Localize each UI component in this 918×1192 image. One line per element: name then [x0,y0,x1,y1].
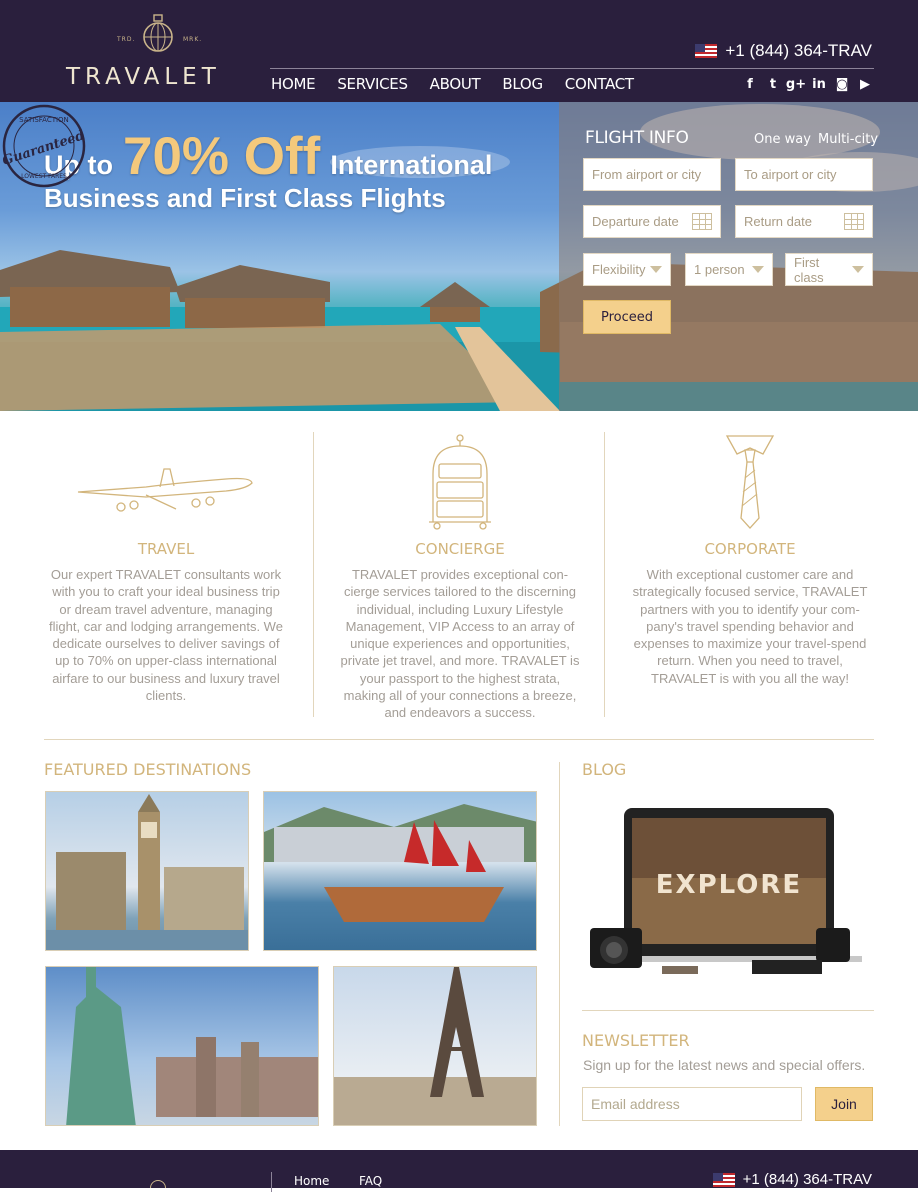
footer-link-faq[interactable]: FAQ [359,1174,382,1188]
stamp-bottom-text: LOWEST FARES [21,173,67,180]
london-skyline-image [46,794,248,950]
main-nav: HOME SERVICES ABOUT BLOG CONTACT [271,75,634,93]
header-phone-number: +1 (844) 364-TRAV [725,41,872,60]
service-description: TRAVALET provides exceptional con-cierge… [340,567,580,721]
destination-paris[interactable] [333,966,537,1126]
chevron-down-icon [752,266,764,273]
passengers-select[interactable]: 1 person [685,253,773,286]
email-placeholder: Email address [591,1096,680,1112]
column-divider [313,432,314,717]
service-travel: TRAVEL Our expert TRAVALET consultants w… [46,432,286,704]
blog-newsletter-divider [582,1010,874,1011]
facebook-icon[interactable]: f [743,76,757,92]
flexibility-value: Flexibility [592,262,646,277]
social-links: f t g+ in ◙ ▶ [743,76,872,92]
nav-services[interactable]: SERVICES [337,75,408,93]
calendar-icon[interactable] [692,213,712,230]
youtube-icon[interactable]: ▶ [858,76,872,92]
hong-kong-junk-image [264,804,536,922]
return-date-placeholder: Return date [744,214,812,229]
footer-logo-icon[interactable] [150,1180,166,1188]
passengers-value: 1 person [694,262,745,277]
chevron-down-icon [650,266,662,273]
airplane-icon [46,432,286,532]
header-divider [270,68,874,69]
necktie-icon [630,432,870,532]
proceed-button[interactable]: Proceed [583,300,671,334]
twitter-icon[interactable]: t [766,76,780,92]
departure-date-input[interactable]: Departure date [583,205,721,238]
calendar-icon[interactable] [844,213,864,230]
linkedin-icon[interactable]: in [812,76,826,92]
hero-suffix: International [330,150,493,180]
new-york-liberty-image [66,967,318,1125]
hero-banner: Up to 70% Off International Business and… [0,102,918,411]
service-title: CORPORATE [704,540,796,558]
google-plus-icon[interactable]: g+ [786,76,806,92]
departure-date-placeholder: Departure date [592,214,679,229]
cabin-class-value: First class [794,254,824,285]
guarantee-stamp-icon: SATISFACTION Guaranteed LOWEST FARES [1,104,86,188]
footer-link-home[interactable]: Home [294,1174,329,1188]
nav-home[interactable]: HOME [271,75,316,93]
section-divider [44,739,874,740]
newsletter-title: NEWSLETTER [582,1031,690,1050]
hero-discount: 70% Off [122,127,321,186]
from-airport-placeholder: From airport or city [592,167,702,182]
column-divider [559,762,560,1126]
one-way-toggle[interactable]: One way [754,132,811,147]
chevron-down-icon [852,266,864,273]
site-footer: Home FAQ +1 (844) 364-TRAV [0,1150,918,1192]
nav-contact[interactable]: CONTACT [565,75,634,93]
join-button[interactable]: Join [815,1087,873,1121]
destination-new-york[interactable] [45,966,319,1126]
return-date-input[interactable]: Return date [735,205,873,238]
hero-headline: Up to 70% Off International Business and… [44,126,492,214]
instagram-icon[interactable]: ◙ [835,76,849,92]
footer-phone[interactable]: +1 (844) 364-TRAV [712,1171,872,1188]
nav-about[interactable]: ABOUT [430,75,481,93]
logo-emblem-icon [143,14,173,52]
destination-london[interactable] [45,791,249,951]
email-input[interactable]: Email address [582,1087,802,1121]
service-title: CONCIERGE [415,540,505,558]
logo-wordmark[interactable]: TRAVALET [66,64,221,90]
blog-title: BLOG [582,760,627,779]
multi-city-toggle[interactable]: Multi-city [818,132,878,147]
service-title: TRAVEL [137,540,195,558]
service-description: Our expert TRAVALET consultants work wit… [49,567,283,704]
to-airport-placeholder: To airport or city [744,167,837,182]
column-divider [604,432,605,717]
newsletter-subtitle: Sign up for the latest news and special … [583,1057,866,1073]
service-corporate: CORPORATE With exceptional customer care… [630,432,870,687]
to-airport-input[interactable]: To airport or city [735,158,873,191]
site-header: TRD. MRK. TRAVALET +1 (844) 364-TRAV HOM… [0,0,918,102]
nav-blog[interactable]: BLOG [502,75,543,93]
us-flag-icon [712,1172,735,1187]
flexibility-select[interactable]: Flexibility [583,253,671,286]
footer-phone-number: +1 (844) 364-TRAV [742,1171,872,1188]
destination-hong-kong[interactable] [263,791,537,951]
blog-feature-image[interactable]: EXPLORE [582,800,872,990]
service-concierge: CONCIERGE TRAVALET provides exceptional … [340,432,580,722]
stamp-top-text: SATISFACTION [19,116,69,124]
service-description: With exceptional customer care and strat… [632,567,868,686]
flight-info-panel: FLIGHT INFO One way Multi-city From airp… [559,102,918,411]
cabin-class-select[interactable]: First class [785,253,873,286]
logo-tm-right: MRK. [183,36,203,43]
footer-divider [271,1172,272,1192]
paris-eiffel-image [334,967,536,1125]
from-airport-input[interactable]: From airport or city [583,158,721,191]
us-flag-icon [695,44,718,58]
flight-info-title: FLIGHT INFO [585,128,689,148]
luggage-cart-icon [340,432,580,532]
featured-destinations-title: FEATURED DESTINATIONS [44,760,252,779]
header-phone[interactable]: +1 (844) 364-TRAV [695,41,872,61]
hero-subheadline: Business and First Class Flights [44,183,446,213]
explore-screen-text: EXPLORE [656,870,802,900]
logo-tm-left: TRD. [117,36,136,43]
